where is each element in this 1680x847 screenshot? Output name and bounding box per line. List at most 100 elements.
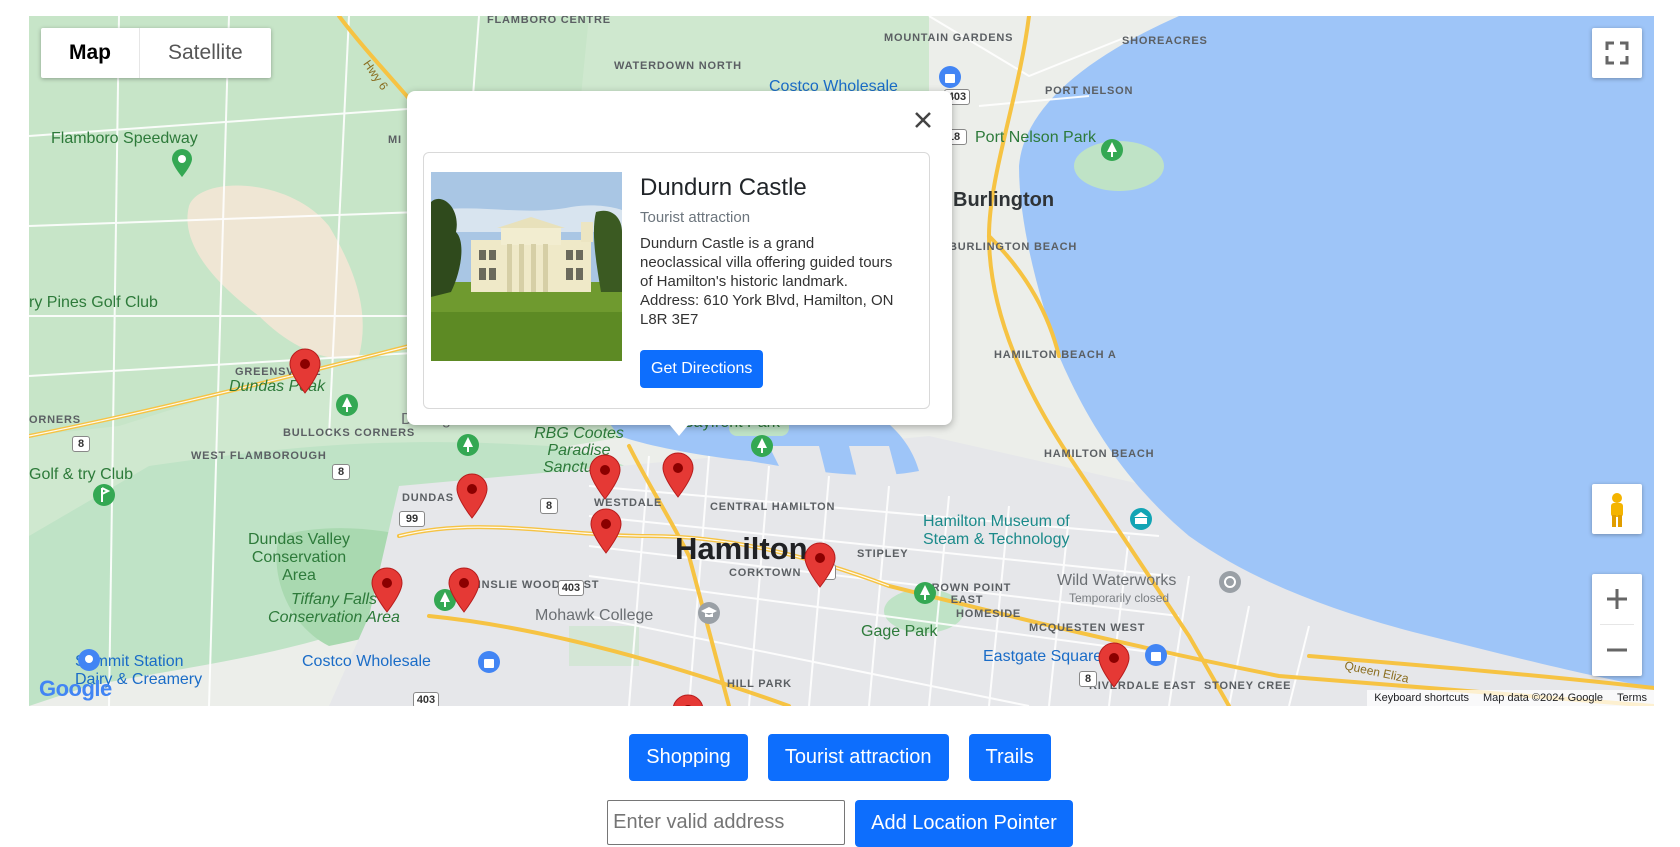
map-type-control: Map Satellite (41, 28, 271, 78)
label-flamboro-centre: FLAMBORO CENTRE (487, 16, 611, 26)
filter-shopping-button[interactable]: Shopping (629, 734, 748, 781)
location-marker[interactable] (803, 542, 837, 588)
add-location-row: Add Location Pointer (0, 800, 1680, 847)
place-title: Dundurn Castle (640, 174, 807, 201)
label-burlington-beach: BURLINGTON BEACH (949, 241, 1078, 253)
label-flamboro-speedway: Flamboro Speedway (51, 130, 198, 147)
label-dundas-valley: Dundas Valley Conservation Area (248, 531, 350, 584)
label-bullocks-corners: BULLOCKS CORNERS (283, 427, 415, 439)
place-photo (431, 172, 622, 361)
golf-icon[interactable] (92, 483, 116, 513)
label-museum: Hamilton Museum of Steam & Technology (923, 513, 1070, 548)
label-dundas: DUNDAS (402, 492, 454, 504)
location-marker[interactable] (588, 454, 622, 500)
speedway-pin-icon[interactable] (170, 148, 194, 178)
place-description: Dundurn Castle is a grand neoclassical v… (640, 235, 894, 328)
museum-icon[interactable] (1129, 507, 1153, 537)
bayfront-tree-icon[interactable] (750, 434, 774, 464)
map-canvas[interactable]: FLAMBORO CENTRE WATERDOWN NORTH MOUNTAIN… (29, 16, 1654, 706)
place-type: Tourist attraction (640, 209, 751, 226)
label-hamilton-beach-a: HAMILTON BEACH A (994, 349, 1117, 361)
label-temporarily-closed: Temporarily closed (1069, 591, 1170, 605)
label-golf-club: Golf & try Club (29, 466, 134, 483)
label-west-flamborough: WEST FLAMBOROUGH (191, 450, 327, 462)
label-port-nelson: PORT NELSON (1045, 85, 1134, 97)
minus-icon (1607, 648, 1627, 652)
zoom-in-button[interactable] (1592, 574, 1642, 624)
label-central-hamilton: CENTRAL HAMILTON (710, 501, 836, 513)
label-port-nelson-park: Port Nelson Park (975, 129, 1096, 146)
shield-8a: 8 (72, 436, 90, 452)
label-hill-park: HILL PARK (727, 678, 792, 690)
label-mountain-gardens: MOUNTAIN GARDENS (884, 32, 1014, 44)
eastgate-shopping-icon[interactable] (1144, 643, 1168, 673)
summit-station-icon[interactable] (77, 648, 101, 678)
pegman-icon (1611, 493, 1623, 527)
filter-tourist-attraction-button[interactable]: Tourist attraction (767, 734, 949, 781)
fullscreen-icon (1605, 41, 1629, 65)
label-mohawk-college: Mohawk College (535, 607, 654, 624)
gage-park-tree-icon[interactable] (913, 581, 937, 611)
street-view-pegman-button[interactable] (1592, 484, 1642, 534)
shield-403c: 403 (413, 692, 439, 706)
label-gage-park: Gage Park (861, 623, 938, 640)
map-data-text: Map data ©2024 Google (1483, 692, 1604, 704)
castle-photo-image (431, 172, 622, 361)
label-corktown: CORKTOWN (729, 567, 802, 579)
location-marker[interactable] (288, 348, 322, 394)
label-hamilton: Hamilton (675, 531, 808, 566)
map-type-map-button[interactable]: Map (41, 28, 140, 78)
label-costco-south: Costco Wholesale (302, 653, 431, 670)
label-corners: ORNERS (29, 414, 81, 426)
add-location-pointer-button[interactable]: Add Location Pointer (855, 800, 1073, 847)
get-directions-button[interactable]: Get Directions (640, 350, 764, 388)
shield-8e: 8 (1079, 671, 1097, 687)
waterpark-icon[interactable] (1218, 570, 1242, 600)
label-burlington: Burlington (953, 189, 1055, 211)
label-pines-golf: ry Pines Golf Club (29, 294, 158, 311)
shield-403b: 403 (558, 580, 584, 596)
info-window-tail (669, 424, 689, 436)
location-marker[interactable] (370, 567, 404, 613)
college-icon[interactable] (697, 601, 721, 631)
label-wild-waterworks: Wild Waterworks (1057, 572, 1177, 589)
location-marker-dundurn-castle[interactable] (661, 452, 695, 498)
zoom-control (1592, 574, 1642, 676)
label-waterdown-north: WATERDOWN NORTH (614, 60, 742, 72)
driving-park-tree-icon[interactable] (456, 433, 480, 463)
place-card: Dundurn Castle Tourist attraction Dundur… (423, 152, 930, 409)
location-marker[interactable] (447, 567, 481, 613)
shield-99: 99 (399, 511, 425, 527)
dundas-peak-tree-icon[interactable] (335, 393, 359, 423)
zoom-out-button[interactable] (1592, 625, 1642, 675)
address-input[interactable] (607, 800, 846, 845)
info-window-close-button[interactable] (908, 105, 938, 135)
label-shoreacres: SHOREACRES (1122, 35, 1208, 47)
label-hamilton-beach: HAMILTON BEACH (1044, 448, 1155, 460)
google-logo: Google (39, 676, 112, 701)
location-marker[interactable] (455, 473, 489, 519)
keyboard-shortcuts-link[interactable]: Keyboard shortcuts (1367, 690, 1476, 706)
label-stoney-creek: STONEY CREE (1204, 680, 1292, 692)
map-attribution: Keyboard shortcuts Map data ©2024 Google… (1367, 690, 1654, 706)
shield-8b: 8 (332, 464, 350, 480)
label-homeside: HOMESIDE (956, 608, 1022, 620)
label-stipley: STIPLEY (857, 548, 909, 560)
filter-trails-button[interactable]: Trails (968, 734, 1051, 781)
label-mcquesten-west: MCQUESTEN WEST (1029, 622, 1146, 634)
park-tree-icon[interactable] (1100, 138, 1124, 168)
plus-icon (1607, 589, 1627, 609)
label-mi: MI (388, 134, 402, 146)
location-marker[interactable] (589, 508, 623, 554)
costco-south-shopping-icon[interactable] (477, 650, 501, 680)
terms-link[interactable]: Terms (1610, 690, 1654, 706)
map-type-satellite-button[interactable]: Satellite (140, 28, 271, 78)
fullscreen-button[interactable] (1592, 28, 1642, 78)
shield-8c: 8 (540, 498, 558, 514)
label-eastgate-square: Eastgate Square (983, 648, 1103, 665)
location-marker[interactable] (1097, 642, 1131, 688)
category-filter-bar: Shopping Tourist attraction Trails (0, 734, 1680, 781)
info-window: Dundurn Castle Tourist attraction Dundur… (407, 91, 952, 425)
close-icon (915, 112, 931, 128)
location-marker[interactable] (671, 694, 705, 706)
